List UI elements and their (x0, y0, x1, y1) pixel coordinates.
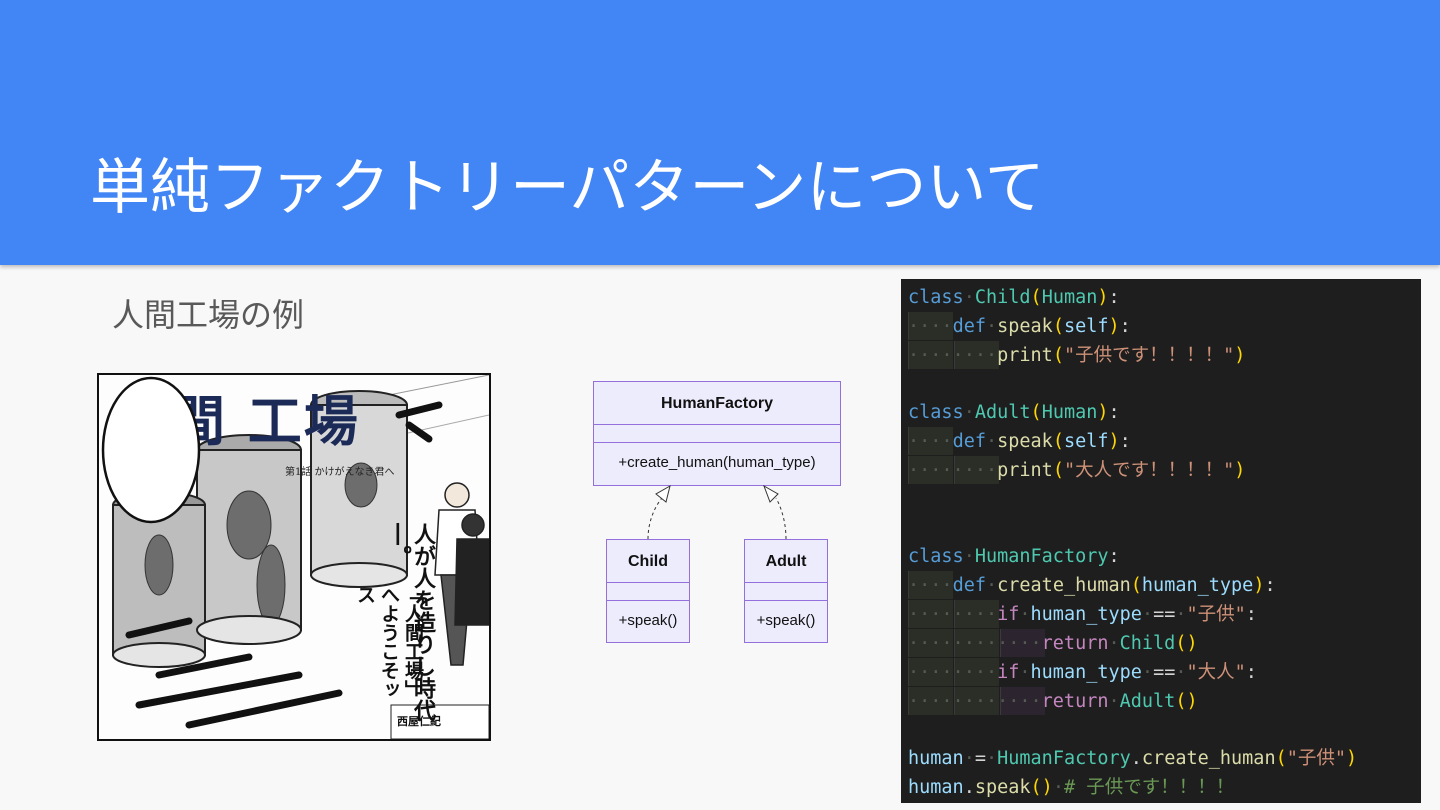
code-line: human.speak()·# 子供です！！！！ (908, 777, 1235, 798)
code-line: ····def·speak(self): (908, 431, 1131, 452)
uml-class-name: Adult (765, 553, 807, 570)
uml-divider (594, 424, 840, 425)
uml-class-method: +speak() (618, 612, 678, 629)
code-line: class·HumanFactory: (908, 546, 1120, 567)
code-line: ············return·Adult() (908, 691, 1198, 712)
code-line: human·=·HumanFactory.create_human("子供") (908, 748, 1358, 769)
code-line: ········if·human_type·==·"大人": (908, 662, 1257, 683)
uml-class-child: Child +speak() (606, 539, 690, 643)
manga-cover-image: 人間 工場 第1話 かけがえなき君へ 人が人を造りし時代―。 「人間工場」へよう… (97, 373, 491, 741)
uml-class-adult: Adult +speak() (744, 539, 828, 643)
code-line: ········if·human_type·==·"子供": (908, 604, 1257, 625)
slide-title: 単純ファクトリーパターンについて (90, 153, 1045, 223)
code-line: ····def·create_human(human_type): (908, 575, 1276, 596)
manga-author: 西屋仁紀 (397, 715, 441, 728)
adult-dependency-line (775, 497, 787, 540)
slide-subtitle: 人間工場の例 (112, 296, 305, 334)
manga-episode: 第1話 かけがえなき君へ (285, 467, 395, 478)
child-dependency-line (647, 497, 663, 540)
manga-balloon-text: 「人間工場」へようこそッス (354, 585, 424, 699)
uml-divider (607, 600, 689, 601)
uml-divider (607, 582, 689, 583)
code-line: ············return·Child() (908, 633, 1198, 654)
slide-header: 単純ファクトリーパターンについて (0, 0, 1440, 265)
uml-class-method: +create_human(human_type) (618, 454, 816, 471)
code-line: class·Adult(Human): (908, 402, 1120, 423)
code-editor-screenshot: class·Child(Human): ····def·speak(self):… (901, 279, 1421, 803)
uml-divider (594, 442, 840, 443)
uml-divider (745, 582, 827, 583)
code-line: ····def·speak(self): (908, 316, 1131, 337)
uml-divider (745, 600, 827, 601)
uml-class-name: HumanFactory (660, 395, 774, 412)
uml-relationship-arrows (647, 484, 787, 540)
code-line: ········print("子供です！！！！") (908, 345, 1246, 366)
arrowhead-icon (763, 484, 779, 503)
code-line: class·Child(Human): (908, 287, 1120, 308)
uml-class-humanfactory: HumanFactory +create_human(human_type) (593, 381, 841, 486)
speech-balloon (101, 376, 201, 524)
uml-class-method: +speak() (756, 612, 816, 629)
uml-class-name: Child (628, 553, 668, 570)
arrowhead-icon (655, 484, 671, 503)
code-line: ········print("大人です！！！！") (908, 460, 1246, 481)
